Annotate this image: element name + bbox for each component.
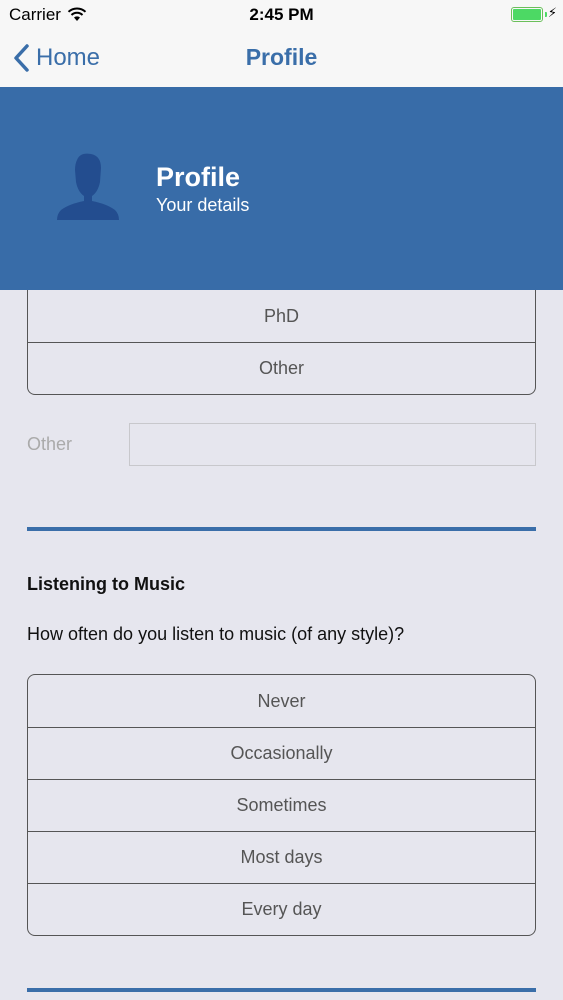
profile-header: Profile Your details (0, 87, 563, 290)
option-every-day[interactable]: Every day (28, 883, 535, 935)
status-bar: Carrier 2:45 PM ⚡ (0, 0, 563, 30)
music-frequency-options: Never Occasionally Sometimes Most days E… (27, 674, 536, 936)
option-occasionally[interactable]: Occasionally (28, 727, 535, 779)
person-avatar-icon (57, 153, 119, 220)
profile-subtitle: Your details (156, 195, 250, 215)
option-most-days[interactable]: Most days (28, 831, 535, 883)
status-time: 2:45 PM (249, 5, 314, 24)
option-never[interactable]: Never (28, 675, 535, 727)
other-field-label: Other (27, 434, 73, 454)
battery-cap (545, 12, 547, 17)
option-other[interactable]: Other (28, 342, 535, 394)
option-phd[interactable]: PhD (28, 290, 535, 342)
section-divider (27, 988, 536, 992)
education-options: PhD Other (27, 290, 536, 395)
question-text: How often do you listen to music (of any… (27, 624, 405, 644)
navigation-bar: Home Profile (0, 30, 563, 87)
section-divider (27, 527, 536, 531)
profile-title: Profile (156, 162, 241, 192)
option-sometimes[interactable]: Sometimes (28, 779, 535, 831)
section-heading: Listening to Music (27, 574, 186, 594)
other-input[interactable] (129, 423, 536, 466)
nav-title: Profile (245, 44, 318, 70)
charging-bolt-icon: ⚡ (547, 5, 557, 20)
battery-icon (511, 7, 543, 22)
